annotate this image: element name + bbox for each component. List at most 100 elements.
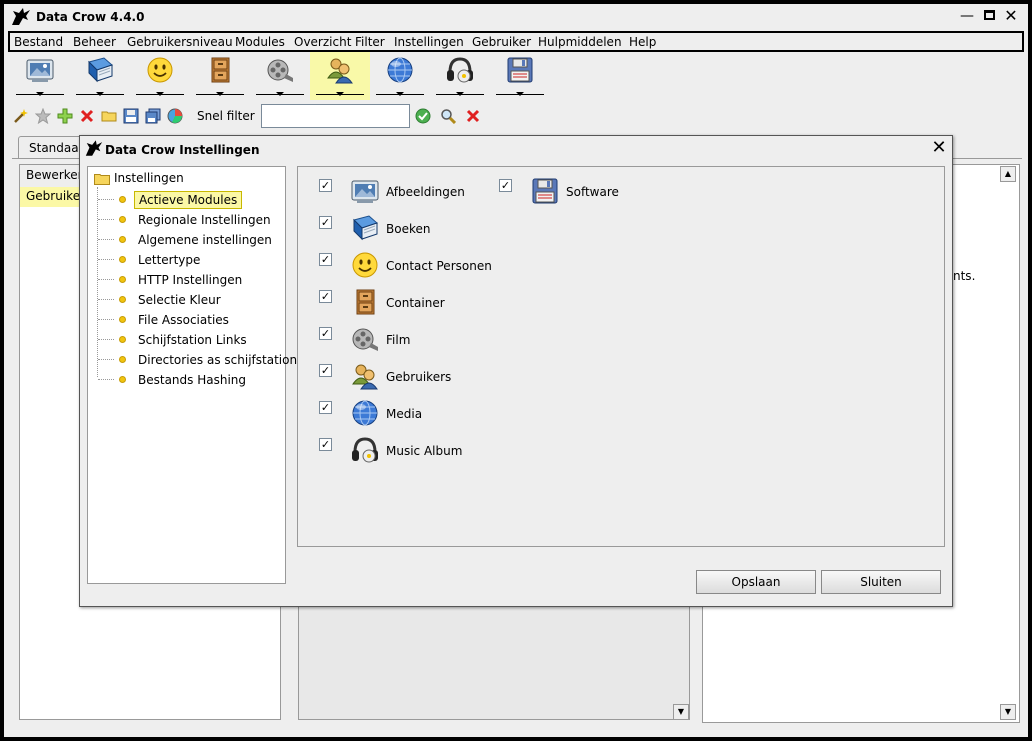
tree-item-label: Selectie Kleur (138, 293, 221, 307)
container-icon (356, 289, 375, 315)
folder-icon[interactable] (101, 108, 117, 124)
save-button[interactable]: Opslaan (696, 570, 816, 594)
module-button-picture[interactable] (10, 52, 70, 100)
tree-connector (98, 319, 114, 320)
dropdown-arrow-icon[interactable] (336, 92, 344, 96)
active-modules-panel: ✓ Afbeeldingen ✓ Boeken ✓ Contact Personen ✓ Co… (297, 166, 945, 547)
window-title: Data Crow 4.4.0 (36, 10, 145, 24)
module-checkbox[interactable]: ✓ (319, 327, 332, 340)
clear-filter-icon[interactable] (465, 108, 481, 124)
users-icon (327, 58, 353, 84)
module-row: ✓ Boeken (319, 212, 489, 244)
container-icon (211, 57, 230, 83)
dialog-title-bar[interactable]: Data Crow Instellingen ✕ (80, 136, 952, 162)
module-button-floppy-disk[interactable] (490, 52, 550, 100)
menu-hulpmiddelen[interactable]: Hulpmiddelen (538, 35, 622, 49)
dropdown-arrow-icon[interactable] (36, 92, 44, 96)
dropdown-arrow-icon[interactable] (156, 92, 164, 96)
tab-standaard[interactable]: Standaard (18, 136, 88, 158)
module-checkbox[interactable]: ✓ (319, 364, 332, 377)
tree-connector (98, 339, 114, 340)
module-button-container[interactable] (190, 52, 250, 100)
module-row: ✓ Contact Personen (319, 249, 492, 281)
module-label: Contact Personen (386, 259, 492, 273)
tree-item-label: Regionale Instellingen (138, 213, 271, 227)
tree-connector (98, 359, 114, 360)
module-checkbox[interactable]: ✓ (319, 401, 332, 414)
dropdown-arrow-icon[interactable] (396, 92, 404, 96)
smiley-icon (147, 57, 173, 83)
maximize-button[interactable] (980, 7, 998, 25)
right-scroll-down-button[interactable]: ▼ (1000, 704, 1016, 720)
tree-connector (98, 239, 114, 240)
module-checkbox[interactable]: ✓ (319, 290, 332, 303)
module-label: Media (386, 407, 423, 421)
headphones-icon (352, 437, 378, 463)
tree-item-label: Algemene instellingen (138, 233, 272, 247)
tree-connector (97, 187, 98, 377)
tree-connector (98, 219, 114, 220)
bullet-icon (119, 336, 126, 343)
module-label: Container (386, 296, 445, 310)
book-icon (353, 215, 378, 241)
chart-icon[interactable] (167, 108, 183, 124)
tree-item-label: Directories as schijfstation (138, 353, 298, 367)
bullet-icon (119, 316, 126, 323)
dropdown-arrow-icon[interactable] (96, 92, 104, 96)
add-icon[interactable] (57, 108, 73, 124)
dropdown-arrow-icon[interactable] (216, 92, 224, 96)
close-dialog-button[interactable]: Sluiten (821, 570, 941, 594)
save-all-icon[interactable] (145, 108, 161, 124)
module-button-film-reel[interactable] (250, 52, 310, 100)
tree-item-label: HTTP Instellingen (138, 273, 243, 287)
tree-connector (98, 279, 114, 280)
right-scroll-up-button[interactable]: ▲ (1000, 166, 1016, 182)
main-window: Data Crow 4.4.0 — ✕ Bestand Beheer Gebru… (4, 4, 1028, 737)
menu-bestand[interactable]: Bestand (14, 35, 63, 49)
dialog-close-button[interactable]: ✕ (930, 139, 948, 157)
module-label: Boeken (386, 222, 431, 236)
dropdown-arrow-icon[interactable] (276, 92, 284, 96)
minimize-button[interactable]: — (958, 7, 976, 25)
module-button-globe[interactable] (370, 52, 430, 100)
tree-item-label: Lettertype (138, 253, 201, 267)
tree-item-label: Bestands Hashing (138, 373, 247, 387)
delete-icon[interactable] (79, 108, 95, 124)
module-checkbox[interactable]: ✓ (499, 179, 512, 192)
module-checkbox[interactable]: ✓ (319, 179, 332, 192)
dropdown-arrow-icon[interactable] (456, 92, 464, 96)
menu-beheer[interactable]: Beheer (73, 35, 116, 49)
module-row: ✓ Software (499, 175, 669, 207)
menu-filter[interactable]: Filter (355, 35, 385, 49)
save-icon[interactable] (123, 108, 139, 124)
module-button-book[interactable] (70, 52, 130, 100)
tree-root-label: Instellingen (114, 171, 184, 185)
quick-filter-input[interactable] (261, 104, 410, 128)
module-label: Software (566, 185, 619, 199)
module-button-headphones[interactable] (430, 52, 490, 100)
menu-instellingen[interactable]: Instellingen (394, 35, 464, 49)
module-button-smiley[interactable] (130, 52, 190, 100)
star-icon[interactable] (35, 108, 51, 124)
tree-connector (98, 299, 114, 300)
middle-scroll-down-button[interactable]: ▼ (673, 704, 689, 720)
module-button-users[interactable] (310, 52, 370, 100)
menu-help[interactable]: Help (629, 35, 656, 49)
menu-modules[interactable]: Modules (235, 35, 285, 49)
menu-bar: Bestand Beheer Gebruikersniveau Modules … (8, 31, 1024, 52)
search-icon[interactable] (440, 108, 456, 124)
menu-overzicht[interactable]: Overzicht (294, 35, 351, 49)
floppy-disk-icon (532, 178, 558, 204)
menu-gebruiker[interactable]: Gebruiker (472, 35, 531, 49)
menu-gebruikersniveau[interactable]: Gebruikersniveau (127, 35, 233, 49)
dropdown-arrow-icon[interactable] (516, 92, 524, 96)
bullet-icon (119, 356, 126, 363)
module-checkbox[interactable]: ✓ (319, 216, 332, 229)
wand-icon[interactable] (13, 108, 29, 124)
module-row: ✓ Container (319, 286, 489, 318)
apply-filter-icon[interactable] (415, 108, 431, 124)
close-button[interactable]: ✕ (1002, 7, 1020, 25)
module-checkbox[interactable]: ✓ (319, 253, 332, 266)
module-checkbox[interactable]: ✓ (319, 438, 332, 451)
headphones-icon (447, 57, 473, 83)
